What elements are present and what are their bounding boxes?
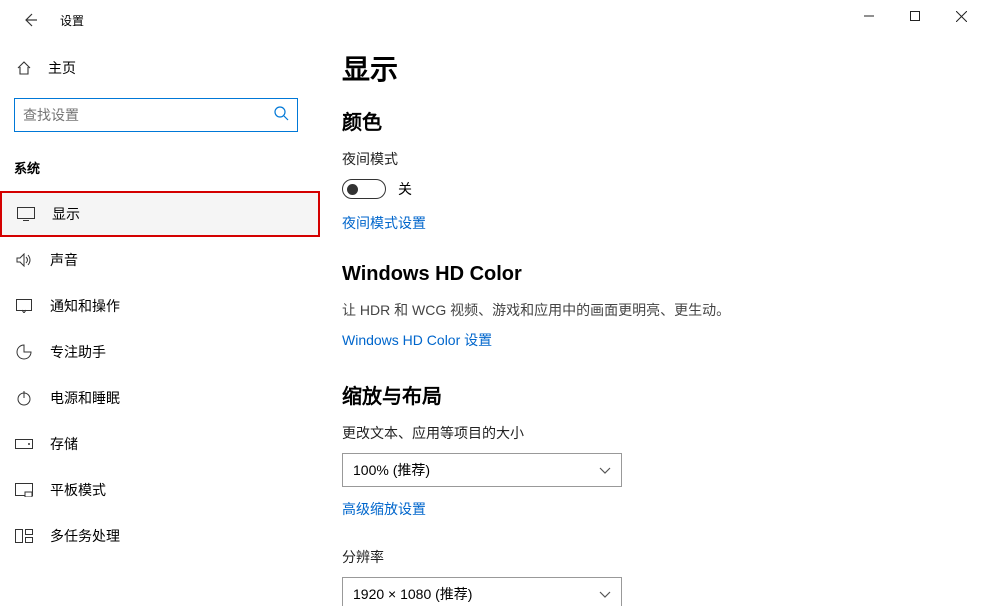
window-title: 设置	[60, 12, 84, 29]
main-content: 显示 颜色 夜间模式 关 夜间模式设置 Windows HD Color 让 H…	[342, 48, 984, 606]
nav-item-label: 存储	[50, 434, 78, 454]
maximize-icon	[910, 11, 920, 21]
toggle-knob	[347, 184, 358, 195]
hdcolor-description: 让 HDR 和 WCG 视频、游戏和应用中的画面更明亮、更生动。	[342, 300, 964, 320]
window-controls	[846, 0, 984, 32]
sidebar: 主页 系统 显示 声音 通知和操作 专注助手 电源和睡眠	[0, 48, 320, 559]
nav-item-multitasking[interactable]: 多任务处理	[0, 513, 320, 559]
resolution-label: 分辨率	[342, 547, 964, 567]
hdcolor-heading: Windows HD Color	[342, 263, 964, 286]
nav-item-label: 平板模式	[50, 480, 106, 500]
back-button[interactable]	[18, 8, 42, 32]
night-light-settings-link[interactable]: 夜间模式设置	[342, 213, 426, 233]
focus-assist-icon	[14, 344, 34, 360]
home-nav[interactable]: 主页	[14, 48, 320, 88]
nav-item-power-sleep[interactable]: 电源和睡眠	[0, 375, 320, 421]
power-icon	[14, 390, 34, 406]
search-input-wrapper[interactable]	[14, 98, 298, 132]
back-arrow-icon	[22, 12, 38, 28]
maximize-button[interactable]	[892, 0, 938, 32]
close-button[interactable]	[938, 0, 984, 32]
home-icon	[14, 60, 34, 76]
nav-item-sound[interactable]: 声音	[0, 237, 320, 283]
nav-item-tablet-mode[interactable]: 平板模式	[0, 467, 320, 513]
nav-list: 显示 声音 通知和操作 专注助手 电源和睡眠 存储 平板模式 多任务处理	[0, 191, 320, 559]
page-title: 显示	[342, 48, 964, 88]
search-icon	[273, 105, 289, 126]
nav-item-label: 多任务处理	[50, 526, 120, 546]
display-icon	[16, 207, 36, 221]
minimize-button[interactable]	[846, 0, 892, 32]
nav-item-focus-assist[interactable]: 专注助手	[0, 329, 320, 375]
multitasking-icon	[14, 529, 34, 543]
night-light-label: 夜间模式	[342, 149, 964, 169]
hdcolor-settings-link[interactable]: Windows HD Color 设置	[342, 330, 492, 350]
resolution-value: 1920 × 1080 (推荐)	[353, 584, 472, 604]
scale-heading: 缩放与布局	[342, 380, 964, 409]
notifications-icon	[14, 299, 34, 313]
nav-item-label: 通知和操作	[50, 296, 120, 316]
storage-icon	[14, 439, 34, 449]
scale-select[interactable]: 100% (推荐)	[342, 453, 622, 487]
nav-item-label: 显示	[52, 204, 80, 224]
scale-label: 更改文本、应用等项目的大小	[342, 423, 964, 443]
resolution-select[interactable]: 1920 × 1080 (推荐)	[342, 577, 622, 606]
nav-item-storage[interactable]: 存储	[0, 421, 320, 467]
category-heading: 系统	[14, 158, 320, 177]
minimize-icon	[864, 11, 874, 21]
home-label: 主页	[48, 58, 76, 78]
tablet-icon	[14, 483, 34, 497]
night-light-toggle[interactable]	[342, 179, 386, 199]
sound-icon	[14, 253, 34, 267]
color-heading: 颜色	[342, 106, 964, 135]
scale-value: 100% (推荐)	[353, 460, 430, 480]
nav-item-display[interactable]: 显示	[0, 191, 320, 237]
chevron-down-icon	[599, 462, 611, 478]
titlebar: 设置	[0, 0, 984, 40]
search-input[interactable]	[23, 107, 273, 123]
close-icon	[956, 11, 967, 22]
nav-item-notifications[interactable]: 通知和操作	[0, 283, 320, 329]
night-light-state: 关	[398, 179, 412, 199]
nav-item-label: 声音	[50, 250, 78, 270]
advanced-scale-link[interactable]: 高级缩放设置	[342, 499, 426, 519]
chevron-down-icon	[599, 586, 611, 602]
nav-item-label: 专注助手	[50, 342, 106, 362]
nav-item-label: 电源和睡眠	[50, 388, 120, 408]
